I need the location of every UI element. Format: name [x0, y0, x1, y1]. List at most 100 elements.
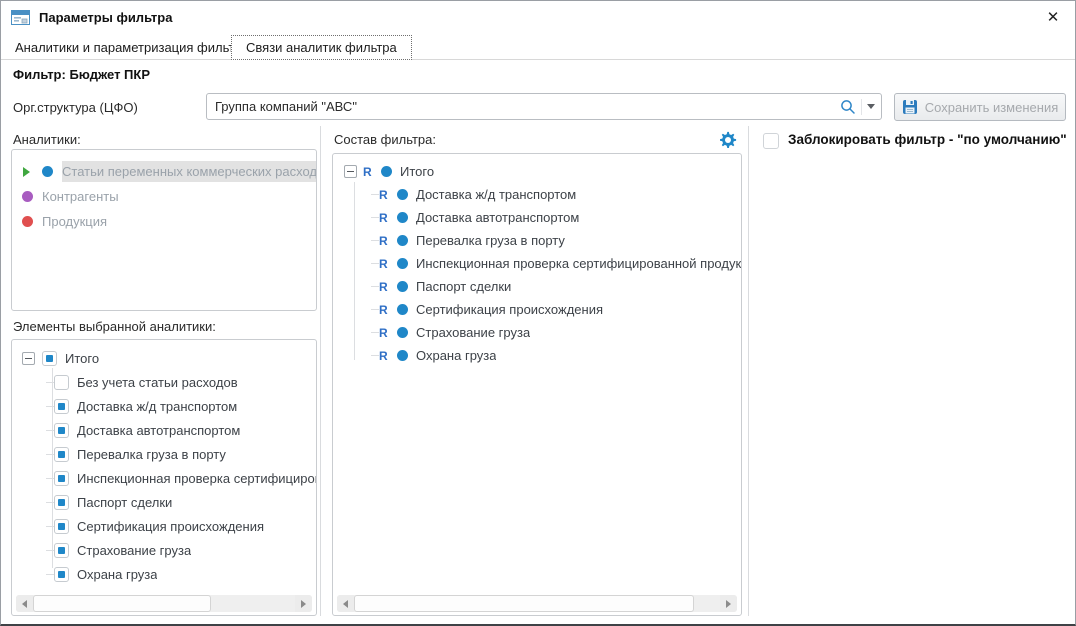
filter-parameters-dialog: Параметры фильтра ✕ Аналитики и параметр… — [0, 0, 1076, 626]
org-structure-combo — [206, 93, 882, 120]
tree-row[interactable]: Инспекционная проверка сертифицированной… — [12, 466, 316, 490]
tree-row-label: Перевалка груза в порту — [77, 447, 226, 462]
combo-icons — [840, 99, 881, 115]
tabstrip: Аналитики и параметризация фильтра Связи… — [1, 36, 1075, 60]
current-row-arrow-icon — [12, 167, 42, 177]
checkbox[interactable] — [54, 543, 69, 558]
divider — [320, 126, 321, 616]
org-structure-label: Орг.структура (ЦФО) — [13, 100, 138, 115]
analytic-color-dot — [397, 235, 408, 246]
scroll-right-button[interactable] — [720, 595, 737, 612]
org-structure-input[interactable] — [207, 94, 840, 119]
lock-filter-option[interactable]: Заблокировать фильтр - "по умолчанию" — [763, 132, 1067, 149]
relation-marker: R — [379, 257, 393, 271]
horizontal-scrollbar[interactable] — [337, 595, 737, 612]
tree-row[interactable]: Перевалка груза в порту — [12, 442, 316, 466]
tree-row[interactable]: Итого — [12, 346, 316, 370]
tree-row[interactable]: RСертификация происхождения — [333, 298, 741, 321]
scroll-left-button[interactable] — [337, 595, 354, 612]
gear-icon[interactable] — [718, 130, 738, 150]
composition-label: Состав фильтра: — [334, 132, 436, 147]
relation-marker: R — [379, 326, 393, 340]
divider — [748, 126, 749, 616]
checkbox[interactable] — [54, 447, 69, 462]
tree-row-label: Перевалка груза в порту — [416, 233, 565, 248]
relation-marker: R — [379, 234, 393, 248]
window-title: Параметры фильтра — [39, 10, 172, 25]
tree-row[interactable]: Сертификация происхождения — [12, 514, 316, 538]
lock-filter-checkbox[interactable] — [763, 133, 779, 149]
tree-row[interactable]: R Паспорт сделки — [333, 275, 741, 298]
save-icon — [902, 99, 918, 115]
tree-row[interactable]: R Инспекционная проверка сертифицированно… — [333, 252, 741, 275]
collapse-icon[interactable] — [22, 352, 35, 365]
list-item[interactable]: Продукция — [12, 209, 316, 234]
chevron-down-icon[interactable] — [867, 104, 875, 109]
close-button[interactable]: ✕ — [1041, 7, 1065, 29]
analytic-color-dot — [397, 304, 408, 315]
tree-row-label: Итого — [65, 351, 99, 366]
tree-row[interactable]: R Перевалка груза в порту — [333, 229, 741, 252]
analytics-list: Статьи переменных коммерческих расходов … — [11, 149, 317, 311]
list-item-label: Статьи переменных коммерческих расходов — [62, 161, 316, 182]
scrollbar-track[interactable] — [33, 595, 295, 612]
tree-row[interactable]: R Итого — [333, 160, 741, 183]
tree-row[interactable]: Страхование груза — [12, 538, 316, 562]
checkbox[interactable] — [54, 399, 69, 414]
analytic-color-dot — [42, 166, 53, 177]
analytic-color-dot — [22, 191, 33, 202]
tab-analytics-relations[interactable]: Связи аналитик фильтра — [231, 35, 412, 60]
tree-row[interactable]: RДоставка ж/д транспортом — [333, 183, 741, 206]
checkbox[interactable] — [54, 495, 69, 510]
scrollbar-thumb[interactable] — [33, 595, 211, 612]
tree-row[interactable]: Паспорт сделки — [12, 490, 316, 514]
list-item-label: Продукция — [42, 214, 107, 229]
tree-row-label: Страхование груза — [77, 543, 191, 558]
tree-row[interactable]: R Доставка автотранспортом — [333, 206, 741, 229]
tree-row-label: Охрана груза — [416, 348, 496, 363]
tree-row[interactable]: Доставка автотранспортом — [12, 418, 316, 442]
tree-row-label: Инспекционная проверка сертифицированной… — [416, 256, 741, 271]
collapse-icon[interactable] — [344, 165, 357, 178]
lock-filter-label: Заблокировать фильтр - "по умолчанию" — [788, 132, 1067, 147]
elements-tree: Итого Без учета статьи расходов Доставка… — [11, 339, 317, 616]
tree-row-label: Паспорт сделки — [416, 279, 511, 294]
scroll-right-button[interactable] — [295, 595, 312, 612]
checkbox[interactable] — [54, 375, 69, 390]
search-icon[interactable] — [840, 99, 856, 115]
tree-row-label: Сертификация происхождения — [416, 302, 603, 317]
relation-marker: R — [379, 188, 393, 202]
checkbox[interactable] — [42, 351, 57, 366]
list-item[interactable]: Контрагенты — [12, 184, 316, 209]
composition-tree: R Итого RДоставка ж/д транспортом R Доста… — [332, 153, 742, 616]
analytic-color-dot — [397, 281, 408, 292]
list-item[interactable]: Статьи переменных коммерческих расходов — [12, 159, 316, 184]
relation-marker: R — [379, 349, 393, 363]
tree-row-label: Доставка автотранспортом — [416, 210, 579, 225]
tree-row-label: Паспорт сделки — [77, 495, 172, 510]
tree-row[interactable]: RСтрахование груза — [333, 321, 741, 344]
tree-row-label: Охрана груза — [77, 567, 157, 582]
relation-marker: R — [379, 211, 393, 225]
tree-row[interactable]: Без учета статьи расходов — [12, 370, 316, 394]
checkbox[interactable] — [54, 423, 69, 438]
scrollbar-track[interactable] — [354, 595, 720, 612]
scroll-left-button[interactable] — [16, 595, 33, 612]
horizontal-scrollbar[interactable] — [16, 595, 312, 612]
tree-row[interactable]: Охрана груза — [12, 562, 316, 586]
tab-analytics-parametrization[interactable]: Аналитики и параметризация фильтра — [1, 36, 263, 60]
checkbox[interactable] — [54, 567, 69, 582]
checkbox[interactable] — [54, 471, 69, 486]
analytic-color-dot — [397, 212, 408, 223]
scrollbar-thumb[interactable] — [354, 595, 694, 612]
relation-marker: R — [379, 280, 393, 294]
analytic-color-dot — [397, 350, 408, 361]
tree-row[interactable]: Доставка ж/д транспортом — [12, 394, 316, 418]
analytic-color-dot — [22, 216, 33, 227]
elements-label: Элементы выбранной аналитики: — [13, 319, 216, 334]
save-changes-button[interactable]: Сохранить изменения — [894, 93, 1066, 121]
analytic-color-dot — [397, 189, 408, 200]
checkbox[interactable] — [54, 519, 69, 534]
window-icon — [11, 10, 30, 25]
tree-row[interactable]: R Охрана груза — [333, 344, 741, 367]
